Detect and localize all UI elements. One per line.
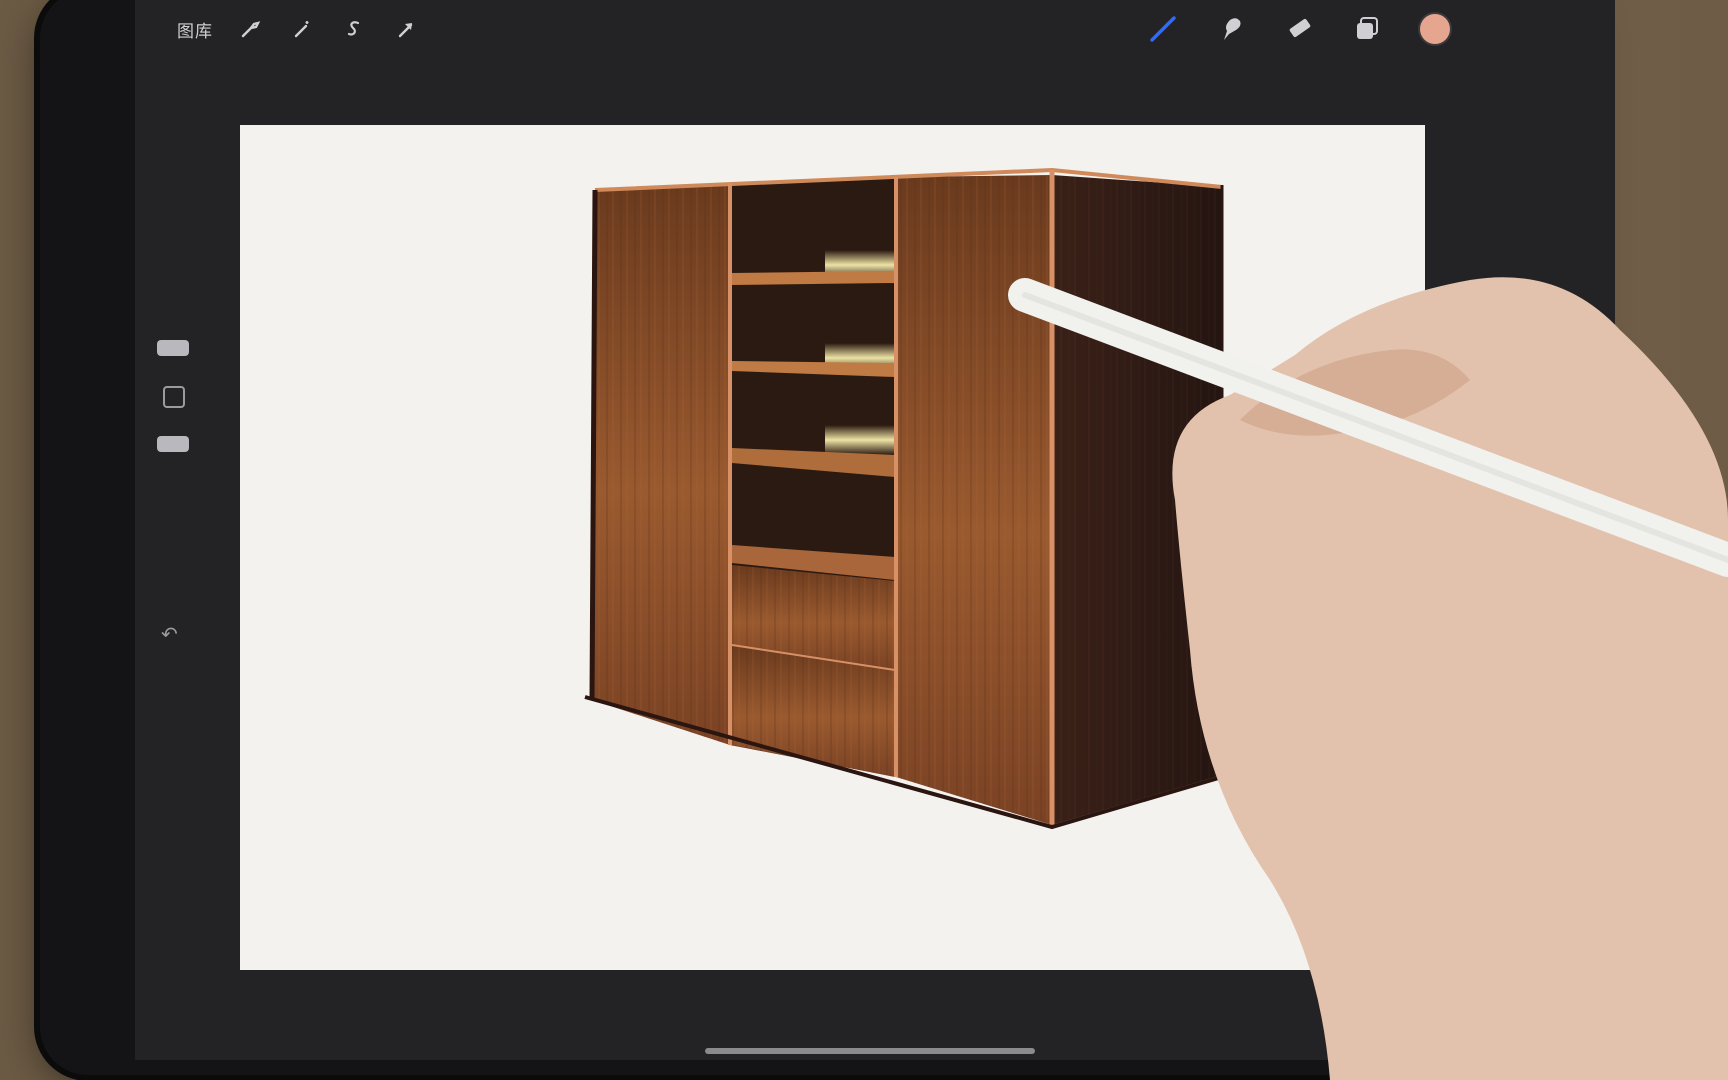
hand-with-stylus [1008,277,1728,1080]
